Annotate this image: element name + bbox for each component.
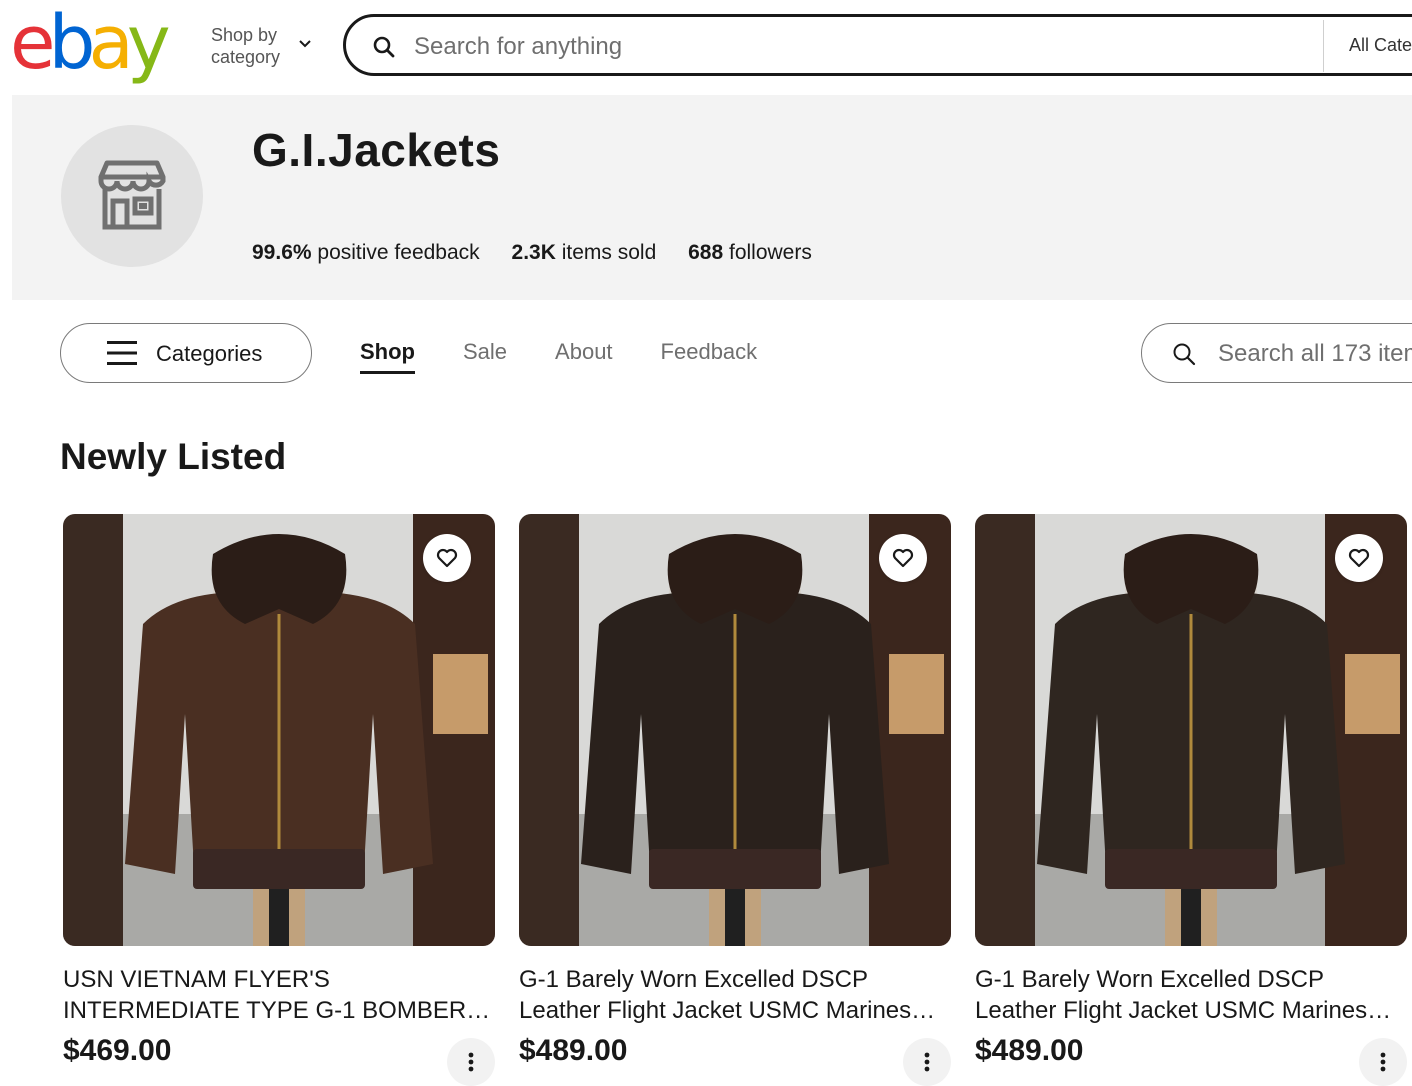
heart-icon [436,548,458,568]
feedback-value: 99.6% [252,241,312,264]
photo-frame [1345,654,1400,734]
listing-image[interactable] [975,514,1407,946]
photo-frame [433,654,488,734]
categories-button[interactable]: Categories [60,323,312,383]
store-avatar [61,125,203,267]
feedback-label: positive feedback [317,241,480,264]
watch-button[interactable] [423,534,471,582]
store-tabs: Shop Sale About Feedback [360,339,757,374]
photo-waistband [1105,849,1277,889]
more-options-button[interactable] [1359,1038,1407,1086]
logo-letter-b: b [48,0,96,86]
store-name: G.I.Jackets [252,124,501,176]
shop-by-category-button[interactable]: Shop by category [211,24,331,68]
jacket-photo [63,514,495,946]
categories-label: Categories [156,341,263,366]
jacket-photo [519,514,951,946]
photo-shelf-left [63,514,123,946]
jacket-photo [975,514,1407,946]
tab-shop[interactable]: Shop [360,339,415,374]
shop-by-line2: category [211,47,281,67]
listing-title[interactable]: USN VIETNAM FLYER'S INTERMEDIATE TYPE G-… [63,964,495,1026]
global-search-bar: All Cate [343,14,1412,76]
more-options-button[interactable] [903,1038,951,1086]
more-options-button[interactable] [447,1038,495,1086]
ebay-logo[interactable]: ebay [10,4,190,82]
listing-title[interactable]: G-1 Barely Worn Excelled DSCP Leather Fl… [975,964,1407,1026]
followers-label: followers [728,241,812,264]
hamburger-menu-icon [107,341,137,365]
kebab-menu-icon [924,1052,930,1072]
search-icon [373,36,395,58]
logo-letter-y: y [126,0,171,86]
category-select[interactable]: All Cate [1349,35,1412,56]
section-title: Newly Listed [60,436,287,477]
listing-price: $489.00 [519,1034,628,1067]
items-sold-label: items sold [561,241,657,264]
store-stats: 99.6% positive feedback 2.3K items sold … [252,241,838,265]
tab-about[interactable]: About [555,339,613,374]
store-search-bar [1141,323,1412,383]
photo-shelf-left [519,514,579,946]
search-input[interactable] [412,29,1296,65]
logo-letter-e: e [10,0,55,86]
tab-sale[interactable]: Sale [463,339,507,374]
heart-icon [1348,548,1370,568]
listing-price: $489.00 [975,1034,1084,1067]
listing-title[interactable]: G-1 Barely Worn Excelled DSCP Leather Fl… [519,964,951,1026]
photo-waistband [649,849,821,889]
logo-letter-a: a [88,0,134,86]
chevron-down-icon [299,40,311,48]
watch-button[interactable] [879,534,927,582]
tab-feedback[interactable]: Feedback [661,339,758,374]
feedback-stat[interactable]: 99.6% positive feedback [252,241,480,264]
store-search-input[interactable] [1216,338,1412,370]
photo-shelf-left [975,514,1035,946]
watch-button[interactable] [1335,534,1383,582]
followers-value: 688 [688,241,724,264]
followers-stat[interactable]: 688 followers [688,241,812,264]
search-divider [1323,20,1324,72]
listing-image[interactable] [63,514,495,946]
shop-by-line1: Shop by [211,25,278,45]
store-header: G.I.Jackets 99.6% positive feedback 2.3K… [12,95,1412,300]
heart-icon [892,548,914,568]
listing-card: G-1 Barely Worn Excelled DSCP Leather Fl… [519,514,951,1086]
items-sold-value: 2.3K [511,241,556,264]
kebab-menu-icon [1380,1052,1386,1072]
items-sold-stat: 2.3K items sold [512,241,657,264]
kebab-menu-icon [468,1052,474,1072]
search-icon [1173,343,1196,366]
photo-waistband [193,849,365,889]
storefront-icon [98,160,166,230]
listing-image[interactable] [519,514,951,946]
listing-card: G-1 Barely Worn Excelled DSCP Leather Fl… [975,514,1407,1086]
photo-frame [889,654,944,734]
listing-price: $469.00 [63,1034,172,1067]
listing-card: USN VIETNAM FLYER'S INTERMEDIATE TYPE G-… [63,514,495,1086]
